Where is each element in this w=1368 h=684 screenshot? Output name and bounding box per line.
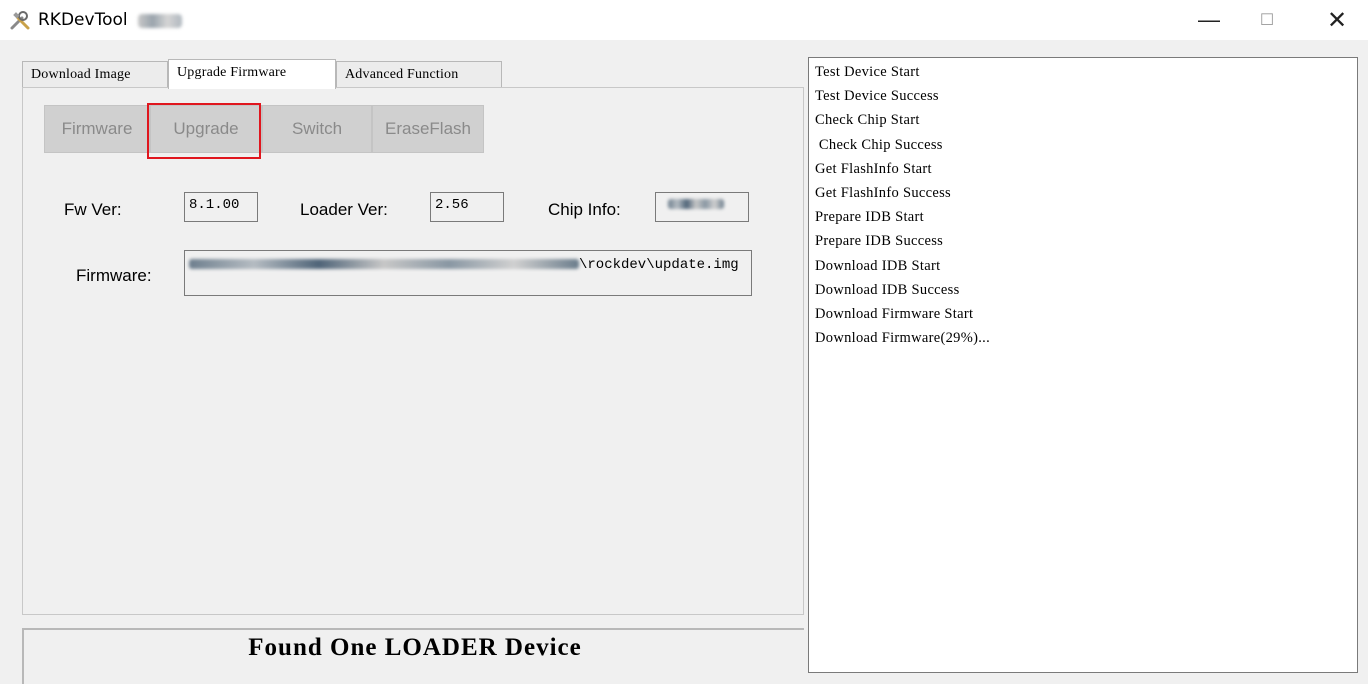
switch-button[interactable]: Switch xyxy=(262,105,372,153)
log-line: Test Device Start xyxy=(815,64,920,80)
chip-info-label: Chip Info: xyxy=(548,200,621,219)
upgrade-highlight-box xyxy=(147,103,261,159)
tab-upgrade-firmware[interactable]: Upgrade Firmware xyxy=(168,59,336,89)
eraseflash-button[interactable]: EraseFlash xyxy=(372,105,484,153)
firmware-path-redacted xyxy=(189,259,579,270)
upgrade-firmware-panel xyxy=(22,87,804,615)
log-line: Download IDB Success xyxy=(815,281,960,298)
tab-advanced-function[interactable]: Advanced Function xyxy=(336,61,502,87)
log-line: Get FlashInfo Success xyxy=(815,185,951,202)
log-panel[interactable]: Test Device Start Test Device Success Ch… xyxy=(808,57,1358,673)
chip-info-field[interactable] xyxy=(655,192,749,222)
status-bar: Found One LOADER Device xyxy=(22,628,804,684)
tab-download-image[interactable]: Download Image xyxy=(22,61,168,87)
maximize-button[interactable]: ☐ xyxy=(1244,0,1290,40)
loader-ver-field[interactable]: 2.56 xyxy=(430,192,504,222)
log-line: Check Chip Start xyxy=(815,112,920,129)
log-line: Download Firmware Start xyxy=(815,306,974,323)
fw-ver-field[interactable]: 8.1.00 xyxy=(184,192,258,222)
log-line: Test Device Success xyxy=(815,88,939,105)
log-line: Download IDB Start xyxy=(815,257,941,274)
firmware-path-suffix: \rockdev\update.img xyxy=(579,257,739,273)
title-redacted xyxy=(138,14,182,28)
close-button[interactable]: ✕ xyxy=(1314,0,1360,40)
minimize-button[interactable]: — xyxy=(1186,0,1232,40)
window-title: RKDevTool xyxy=(38,10,128,30)
tools-icon xyxy=(10,11,30,30)
log-line: Get FlashInfo Start xyxy=(815,160,932,177)
log-line: Prepare IDB Success xyxy=(815,233,944,250)
chip-info-redacted xyxy=(668,199,724,210)
log-line: Prepare IDB Start xyxy=(815,209,924,226)
firmware-path-field[interactable]: \rockdev\update.img xyxy=(184,250,752,296)
log-line: Check Chip Success xyxy=(815,136,943,153)
fw-ver-label: Fw Ver: xyxy=(64,200,122,219)
log-line: Download Firmware(29%)... xyxy=(815,330,991,347)
title-bar: RKDevTool — ☐ ✕ xyxy=(0,0,1368,40)
loader-ver-label: Loader Ver: xyxy=(300,200,388,219)
status-text: Found One LOADER Device xyxy=(248,634,582,661)
firmware-path-label: Firmware: xyxy=(76,266,152,285)
firmware-button[interactable]: Firmware xyxy=(44,105,150,153)
